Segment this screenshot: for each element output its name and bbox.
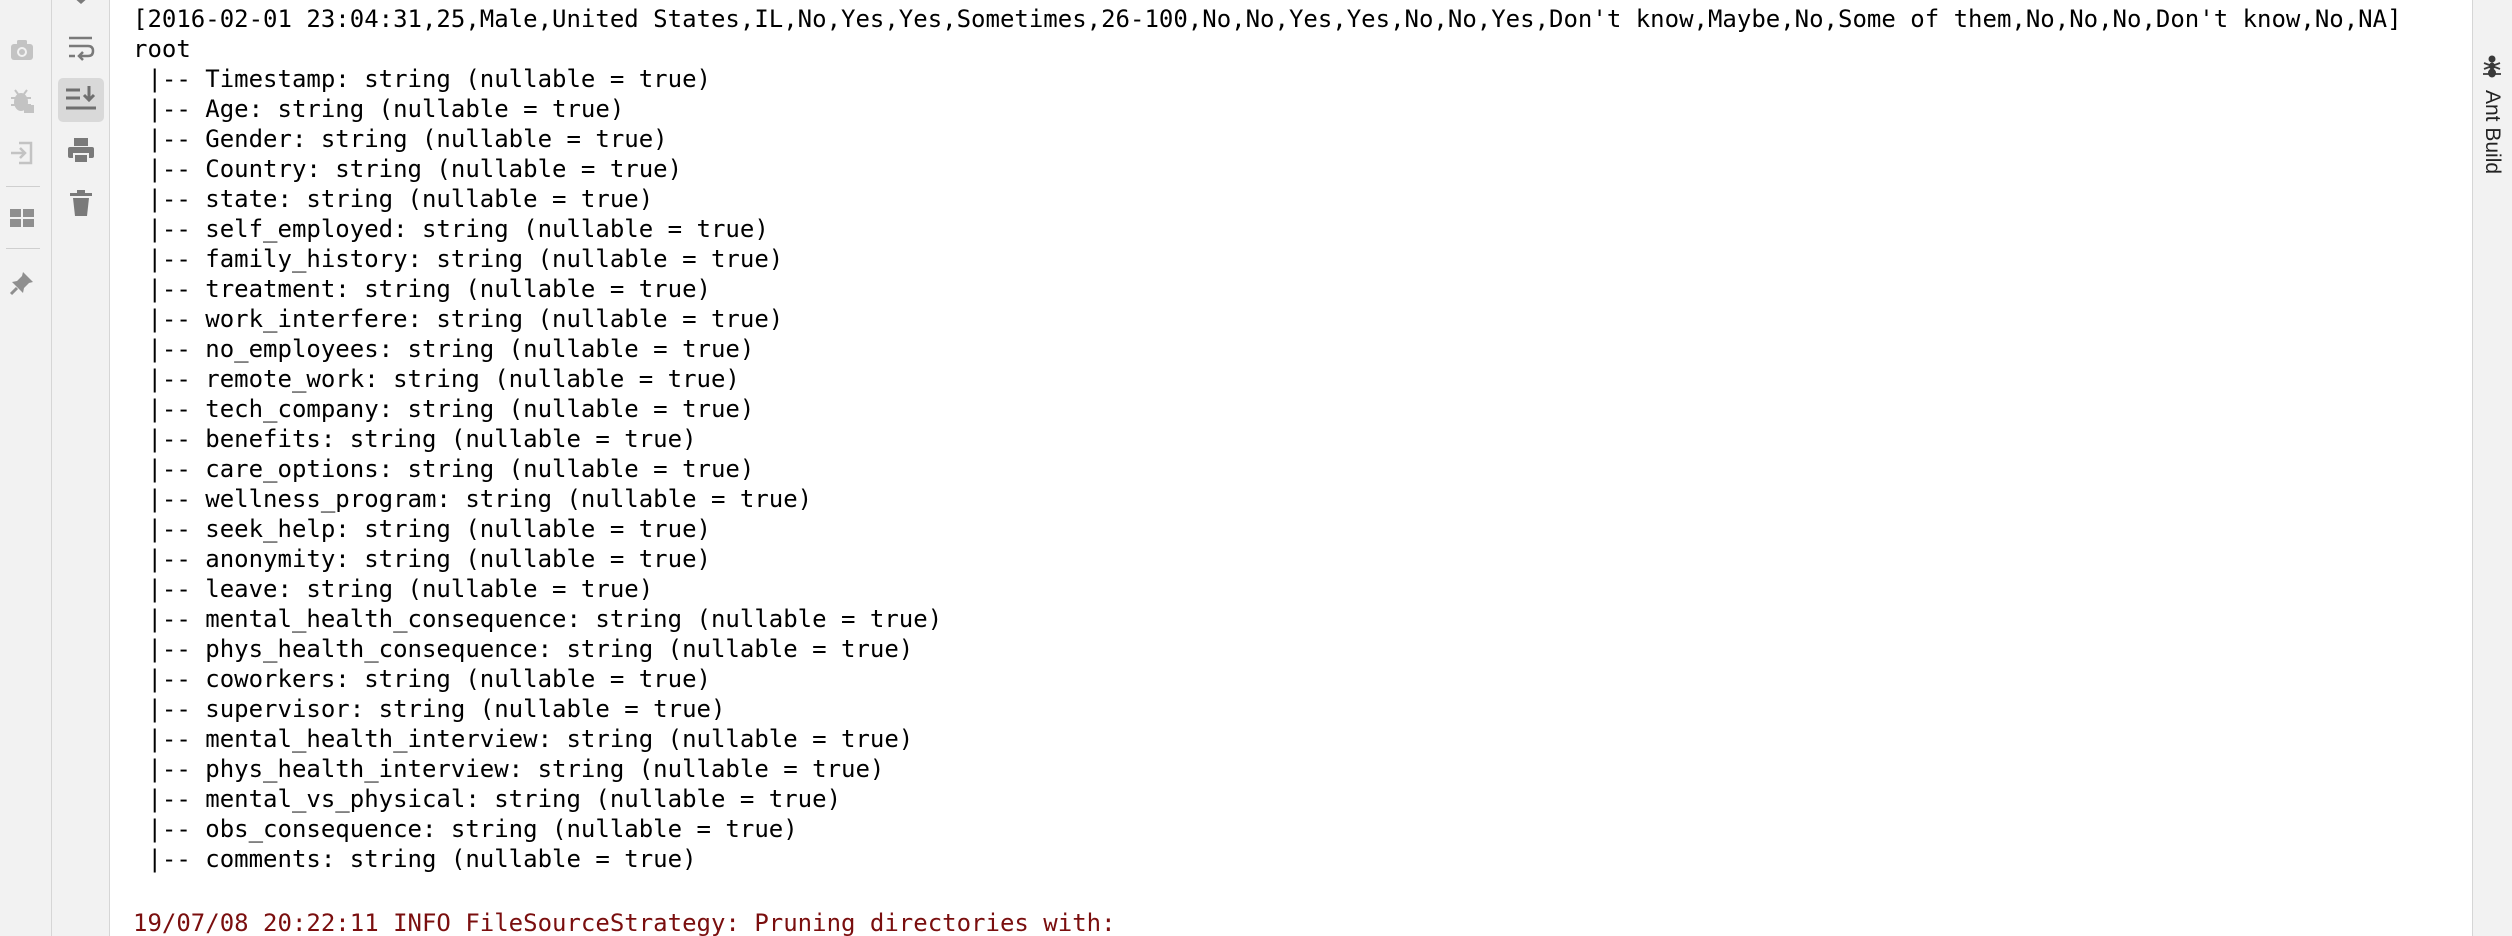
- console-line: |-- family_history: string (nullable = t…: [133, 245, 784, 273]
- console-line: |-- tech_company: string (nullable = tru…: [133, 395, 755, 423]
- console-line: |-- coworkers: string (nullable = true): [133, 665, 711, 693]
- console-line: |-- obs_consequence: string (nullable = …: [133, 815, 798, 843]
- chevron-down-icon[interactable]: [68, 0, 94, 10]
- console-line: |-- benefits: string (nullable = true): [133, 425, 697, 453]
- left-action-toolbar: [0, 0, 52, 936]
- console-line: 19/07/08 20:22:11 INFO FileSourceStrateg…: [133, 909, 1116, 936]
- console-line: |-- remote_work: string (nullable = true…: [133, 365, 740, 393]
- console-line: |-- self_employed: string (nullable = tr…: [133, 215, 769, 243]
- console-line: |-- supervisor: string (nullable = true): [133, 695, 726, 723]
- ant-build-label: Ant Build: [2481, 90, 2504, 175]
- console-line: [2016-02-01 23:04:31,25,Male,United Stat…: [133, 5, 2402, 33]
- soft-wrap-icon[interactable]: [66, 32, 96, 62]
- ant-build-tab[interactable]: Ant Build: [2472, 54, 2512, 194]
- console-line: |-- seek_help: string (nullable = true): [133, 515, 711, 543]
- scroll-to-end-icon[interactable]: [58, 78, 104, 122]
- console-line: root: [133, 35, 191, 63]
- console-line: |-- care_options: string (nullable = tru…: [133, 455, 755, 483]
- sidebar-tab-partial[interactable]: n: [2488, 0, 2510, 30]
- console-output[interactable]: [2016-02-01 23:04:31,25,Male,United Stat…: [110, 0, 2472, 936]
- print-icon[interactable]: [66, 136, 96, 166]
- console-toolbar: [52, 0, 110, 936]
- toolbar-separator: [6, 248, 40, 249]
- console-line: |-- leave: string (nullable = true): [133, 575, 654, 603]
- console-line: |-- mental_vs_physical: string (nullable…: [133, 785, 842, 813]
- trash-icon[interactable]: [66, 188, 96, 218]
- ant-icon: [2481, 54, 2503, 83]
- console-line: |-- phys_health_consequence: string (nul…: [133, 635, 914, 663]
- console-line: |-- phys_health_interview: string (nulla…: [133, 755, 885, 783]
- debug-icon[interactable]: [9, 88, 35, 114]
- console-line: |-- Age: string (nullable = true): [133, 95, 625, 123]
- console-line: |-- treatment: string (nullable = true): [133, 275, 711, 303]
- console-line: |-- mental_health_interview: string (nul…: [133, 725, 914, 753]
- console-line: |-- state: string (nullable = true): [133, 185, 654, 213]
- right-tool-sidebar: n Ant Build: [2472, 0, 2512, 936]
- toolbar-separator: [6, 186, 40, 187]
- console-line: |-- wellness_program: string (nullable =…: [133, 485, 813, 513]
- layout-icon[interactable]: [9, 206, 35, 230]
- console-line: |-- anonymity: string (nullable = true): [133, 545, 711, 573]
- partial-top-icon[interactable]: [11, 0, 35, 8]
- console-line: |-- Country: string (nullable = true): [133, 155, 683, 183]
- console-line: |-- Gender: string (nullable = true): [133, 125, 668, 153]
- console-line: |-- mental_health_consequence: string (n…: [133, 605, 943, 633]
- run-tool-window: [2016-02-01 23:04:31,25,Male,United Stat…: [0, 0, 2512, 936]
- pin-icon[interactable]: [9, 270, 35, 296]
- console-line: |-- comments: string (nullable = true): [133, 845, 697, 873]
- login-icon[interactable]: [9, 140, 35, 166]
- console-line: |-- work_interfere: string (nullable = t…: [133, 305, 784, 333]
- camera-icon[interactable]: [9, 38, 35, 62]
- console-line: |-- Timestamp: string (nullable = true): [133, 65, 711, 93]
- console-line: |-- no_employees: string (nullable = tru…: [133, 335, 755, 363]
